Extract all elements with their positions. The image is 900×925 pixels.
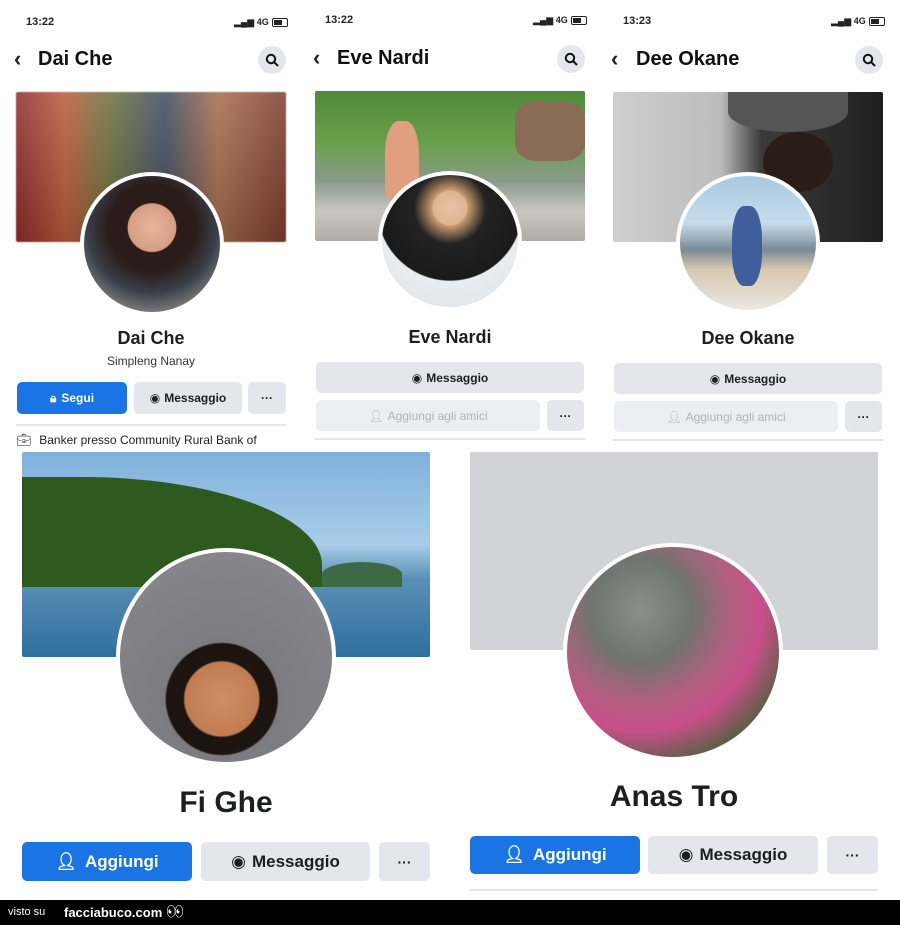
work-info: 💼︎ Banker presso Community Rural Bank of (16, 433, 257, 447)
profile-avatar[interactable] (563, 543, 783, 761)
follow-button[interactable]: 🔒︎ Segui (17, 382, 127, 414)
divider (16, 424, 286, 426)
more-options-button[interactable]: ··· (845, 401, 882, 432)
more-options-button[interactable]: ··· (248, 382, 286, 414)
divider (613, 439, 883, 441)
add-person-icon: 👤︎ (503, 845, 525, 864)
profile-avatar[interactable] (80, 172, 224, 316)
messenger-icon: ◉ (678, 845, 694, 864)
status-time: 13:23 (623, 15, 652, 27)
header-title: Eve Nardi (337, 47, 430, 69)
header-title: Dee Okane (636, 48, 740, 70)
add-person-icon: 👤︎ (666, 409, 682, 424)
search-icon[interactable] (557, 45, 585, 73)
back-chevron-icon[interactable]: ‹ (611, 46, 618, 72)
message-button[interactable]: ◉ Messaggio (316, 362, 584, 393)
status-time: 13:22 (325, 14, 354, 26)
more-options-button[interactable]: ··· (379, 842, 430, 881)
footer-site[interactable]: facciabuco.com (64, 905, 162, 920)
messenger-icon: ◉ (411, 370, 423, 385)
add-friend-button[interactable]: 👤︎ Aggiungi (22, 842, 192, 881)
search-icon[interactable] (855, 46, 883, 74)
divider (315, 438, 585, 440)
lock-icon: 🔒︎ (49, 390, 57, 405)
signal-indicator: ▂▄▆ 4G (234, 17, 288, 28)
profile-avatar[interactable] (116, 548, 336, 766)
watermark-footer: visto su facciabuco.com 👀︎ (0, 900, 900, 925)
messenger-icon: ◉ (709, 371, 721, 386)
more-options-button[interactable]: ··· (547, 400, 584, 431)
add-friend-button[interactable]: 👤︎ Aggiungi agli amici (316, 400, 540, 431)
battery-icon (570, 16, 587, 26)
footer-prefix: visto su (8, 906, 46, 918)
search-icon[interactable] (258, 46, 286, 74)
back-chevron-icon[interactable]: ‹ (14, 46, 21, 72)
profile-subtitle: Simpleng Nanay (106, 354, 196, 368)
profile-name: Dai Che (117, 328, 185, 348)
profile-avatar[interactable] (676, 172, 820, 314)
message-button[interactable]: ◉ Messaggio (201, 842, 370, 881)
profile-name: Anas Tro (609, 780, 739, 813)
add-friend-button[interactable]: 👤︎ Aggiungi agli amici (614, 401, 838, 432)
message-button[interactable]: ◉ Messaggio (648, 836, 818, 874)
battery-icon (868, 17, 885, 27)
mascot-icon: 👀︎ (166, 903, 184, 919)
profile-name: Dee Okane (701, 328, 795, 348)
add-person-icon: 👤︎ (55, 851, 77, 871)
divider (470, 889, 878, 891)
profile-name: Fi Ghe (179, 786, 273, 819)
profile-avatar[interactable] (378, 171, 522, 311)
more-options-button[interactable]: ··· (827, 836, 878, 874)
profile-name: Eve Nardi (408, 327, 492, 347)
messenger-icon: ◉ (231, 851, 246, 871)
add-friend-button[interactable]: 👤︎ Aggiungi (470, 836, 640, 874)
status-time: 13:22 (26, 16, 55, 28)
briefcase-icon: 💼︎ (16, 433, 32, 447)
signal-indicator: ▂▄▆ 4G (831, 16, 885, 27)
signal-indicator: ▂▄▆ 4G (533, 15, 587, 26)
header-title: Dai Che (38, 48, 113, 70)
message-button[interactable]: ◉ Messaggio (134, 382, 242, 414)
back-chevron-icon[interactable]: ‹ (313, 45, 320, 71)
messenger-icon: ◉ (149, 391, 161, 405)
message-button[interactable]: ◉ Messaggio (614, 363, 882, 394)
battery-icon (271, 18, 288, 28)
add-person-icon: 👤︎ (368, 408, 384, 423)
